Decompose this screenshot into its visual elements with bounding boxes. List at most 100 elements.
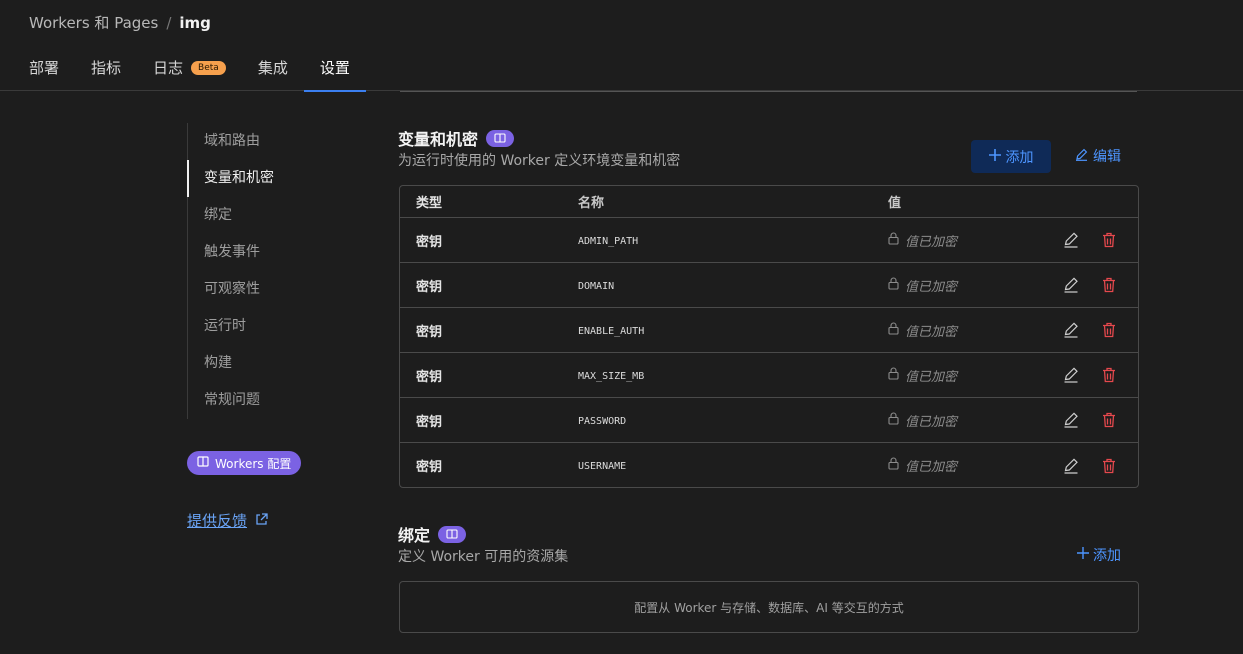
book-icon <box>197 456 209 470</box>
lock-icon <box>888 276 899 294</box>
breadcrumb-current: img <box>179 13 211 32</box>
variable-value-cell: 值已加密 <box>872 411 1042 430</box>
edit-icon[interactable] <box>1062 366 1080 384</box>
feedback-link[interactable]: 提供反馈 <box>187 510 268 531</box>
table-row: 密钥 DOMAIN 值已加密 <box>400 263 1138 308</box>
sidenav-item-general[interactable]: 常规问题 <box>188 382 274 419</box>
edit-icon[interactable] <box>1062 276 1080 294</box>
tab-deployments[interactable]: 部署 <box>0 44 75 91</box>
secret-type: 密钥 <box>416 279 443 295</box>
edit-icon[interactable] <box>1062 231 1080 249</box>
plus-icon <box>1077 547 1089 563</box>
bindings-section-title: 绑定 <box>398 522 467 546</box>
tab-integrations[interactable]: 集成 <box>242 44 304 91</box>
table-row: 密钥 ENABLE_AUTH 值已加密 <box>400 308 1138 353</box>
empty-state-text: 配置从 Worker 与存储、数据库、AI 等交互的方式 <box>634 600 904 615</box>
docs-icon[interactable] <box>486 129 515 147</box>
sidenav-item-observability[interactable]: 可观察性 <box>188 271 274 308</box>
tab-label: 日志 <box>153 59 184 77</box>
tab-label: 集成 <box>257 59 288 77</box>
variables-section-title: 变量和机密 <box>398 126 515 150</box>
lock-icon <box>888 457 899 474</box>
table-row: 密钥 USERNAME 值已加密 <box>400 443 1138 487</box>
row-actions <box>1042 276 1138 294</box>
bindings-empty-state: 配置从 Worker 与存储、数据库、AI 等交互的方式 <box>399 581 1139 633</box>
column-header-value: 值 <box>888 196 902 211</box>
delete-icon[interactable] <box>1100 276 1118 294</box>
tab-label: 设置 <box>319 59 350 77</box>
variable-value-cell: 值已加密 <box>872 366 1042 385</box>
variable-name: ENABLE_AUTH <box>578 325 645 337</box>
plus-icon <box>988 148 1001 165</box>
sidenav-item-variables-secrets[interactable]: 变量和机密 <box>187 160 274 197</box>
row-actions <box>1042 457 1138 475</box>
variable-name: USERNAME <box>578 461 627 472</box>
variable-name-cell: USERNAME <box>562 458 872 473</box>
edit-variables-button[interactable]: 编辑 <box>1075 146 1121 166</box>
add-label: 添加 <box>1005 149 1034 166</box>
edit-label: 编辑 <box>1093 149 1121 165</box>
table-row: 密钥 MAX_SIZE_MB 值已加密 <box>400 353 1138 398</box>
sidenav-item-bindings[interactable]: 绑定 <box>188 197 274 234</box>
bindings-subtitle: 定义 Worker 可用的资源集 <box>398 549 569 565</box>
variable-name-cell: PASSWORD <box>562 413 872 428</box>
lock-icon <box>888 366 899 384</box>
tab-label: 部署 <box>29 59 60 77</box>
edit-icon[interactable] <box>1062 457 1080 475</box>
bindings-title: 绑定 <box>398 526 431 545</box>
workers-config-link[interactable]: Workers 配置 <box>187 451 302 475</box>
variable-name-cell: ADMIN_PATH <box>562 233 872 248</box>
delete-icon[interactable] <box>1100 321 1118 339</box>
tab-logs[interactable]: 日志 Beta <box>137 44 242 91</box>
settings-sidenav: 域和路由 变量和机密 绑定 触发事件 可观察性 运行时 构建 常规问题 <box>187 123 274 419</box>
sidenav-item-domains-routes[interactable]: 域和路由 <box>188 123 274 160</box>
encrypted-value: 值已加密 <box>905 460 958 475</box>
edit-icon[interactable] <box>1062 321 1080 339</box>
delete-icon[interactable] <box>1100 411 1118 429</box>
variable-value-cell: 值已加密 <box>872 456 1042 475</box>
delete-icon[interactable] <box>1100 366 1118 384</box>
add-variable-button[interactable]: 添加 <box>971 140 1051 173</box>
external-link-icon <box>255 512 268 530</box>
delete-icon[interactable] <box>1100 231 1118 249</box>
encrypted-value: 值已加密 <box>905 234 958 250</box>
lock-icon <box>888 231 899 249</box>
tab-bar: 部署 指标 日志 Beta 集成 设置 <box>0 44 1243 92</box>
lock-icon <box>888 411 899 429</box>
row-actions <box>1042 366 1138 384</box>
column-header-type: 类型 <box>416 196 443 211</box>
variable-name: PASSWORD <box>578 415 627 427</box>
secret-type: 密钥 <box>416 369 443 385</box>
sidenav-item-build[interactable]: 构建 <box>188 345 274 382</box>
docs-icon[interactable] <box>438 525 467 543</box>
row-actions <box>1042 231 1138 249</box>
variables-table: 类型 名称 值 密钥 ADMIN_PATH 值已加密 密钥 DOMAIN 值已加密 密钥 EN… <box>399 185 1139 488</box>
variables-title: 变量和机密 <box>398 130 479 149</box>
sidenav-item-triggers[interactable]: 触发事件 <box>188 234 274 271</box>
edit-icon[interactable] <box>1062 411 1080 429</box>
secret-type: 密钥 <box>416 324 443 340</box>
secret-type: 密钥 <box>416 414 443 430</box>
add-binding-button[interactable]: 添加 <box>1077 545 1121 565</box>
delete-icon[interactable] <box>1100 457 1118 475</box>
table-row: 密钥 PASSWORD 值已加密 <box>400 398 1138 443</box>
table-body: 密钥 ADMIN_PATH 值已加密 密钥 DOMAIN 值已加密 密钥 ENABLE_AUT… <box>400 218 1138 487</box>
variables-subtitle: 为运行时使用的 Worker 定义环境变量和机密 <box>398 153 681 169</box>
row-actions <box>1042 321 1138 339</box>
variable-value-cell: 值已加密 <box>872 321 1042 340</box>
encrypted-value: 值已加密 <box>905 369 958 385</box>
tab-settings[interactable]: 设置 <box>303 44 366 92</box>
tab-metrics[interactable]: 指标 <box>75 44 137 91</box>
beta-badge: Beta <box>191 60 226 75</box>
sidenav-item-runtime[interactable]: 运行时 <box>188 308 274 345</box>
column-header-name: 名称 <box>578 196 605 211</box>
breadcrumb-parent[interactable]: Workers 和 Pages <box>29 12 158 33</box>
variable-name: DOMAIN <box>578 280 615 292</box>
variable-name: ADMIN_PATH <box>578 235 639 247</box>
breadcrumb-separator: / <box>166 13 172 32</box>
pencil-icon <box>1075 148 1088 165</box>
feedback-label: 提供反馈 <box>187 512 248 530</box>
divider <box>400 91 1137 92</box>
variable-name: MAX_SIZE_MB <box>578 370 645 382</box>
variable-value-cell: 值已加密 <box>872 276 1042 295</box>
